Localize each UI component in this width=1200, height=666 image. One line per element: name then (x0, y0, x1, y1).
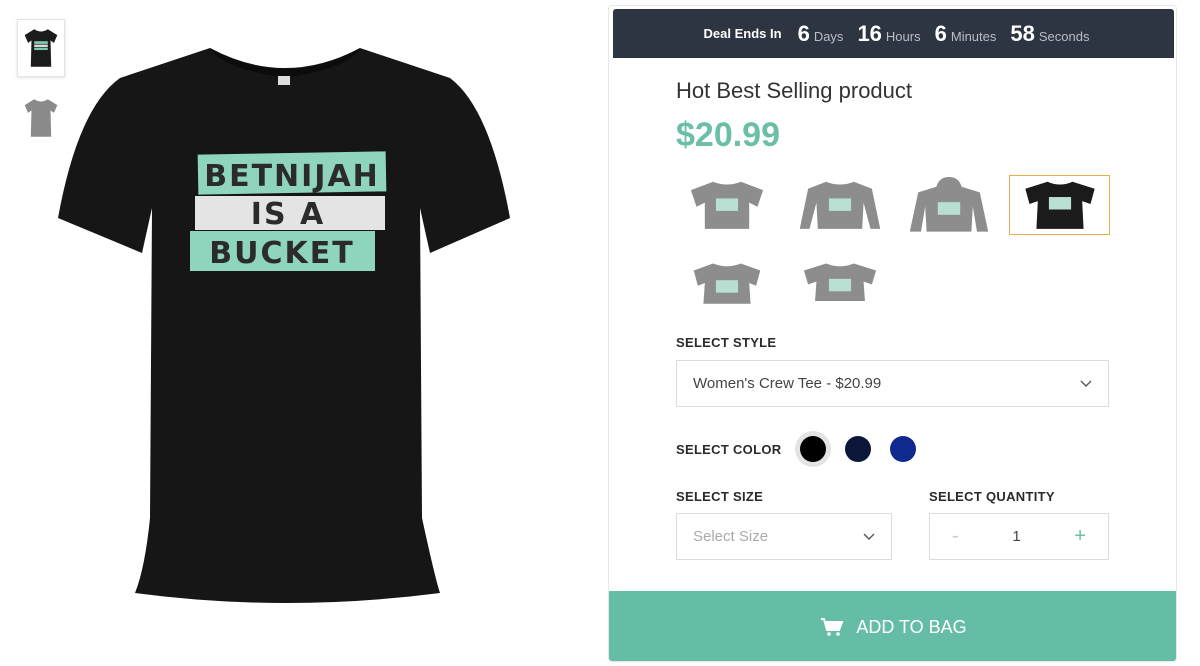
style-select-value: Women's Crew Tee - $20.99 (693, 375, 882, 392)
hoodie-icon (909, 177, 988, 232)
cart-icon (821, 618, 844, 636)
countdown-label: Deal Ends In (703, 26, 782, 41)
chevron-down-icon (863, 533, 875, 540)
select-style-label: SELECT STYLE (676, 335, 777, 350)
style-option-hoodie[interactable] (898, 175, 999, 235)
crop-tee-icon (693, 263, 760, 304)
long-sleeve-icon (799, 181, 880, 229)
quantity-decrement-button[interactable]: - (952, 525, 959, 548)
deal-countdown: Deal Ends In 6 Days 16 Hours 6 Minutes 5… (613, 9, 1174, 58)
color-swatch-royal-blue[interactable] (890, 436, 916, 462)
product-panel: Deal Ends In 6 Days 16 Hours 6 Minutes 5… (608, 5, 1177, 662)
countdown-seconds: 58 Seconds (1010, 20, 1090, 46)
select-quantity-label: SELECT QUANTITY (929, 489, 1055, 504)
color-swatch-navy[interactable] (845, 436, 871, 462)
quantity-increment-button[interactable]: + (1074, 525, 1086, 548)
select-size-label: SELECT SIZE (676, 489, 764, 504)
swatch-fill (800, 436, 826, 462)
tshirt-icon (1024, 181, 1095, 229)
style-option-long-sleeve[interactable] (789, 175, 890, 235)
design-line-1: BETNIJAH (204, 159, 380, 194)
style-select[interactable]: Women's Crew Tee - $20.99 (676, 360, 1109, 407)
size-select-placeholder: Select Size (693, 528, 769, 545)
chevron-down-icon (1080, 380, 1092, 387)
add-to-bag-label: ADD TO BAG (856, 616, 967, 637)
product-price: $20.99 (676, 116, 780, 154)
countdown-days: 6 Days (797, 20, 844, 46)
tshirt-icon (690, 181, 763, 229)
select-color-label: SELECT COLOR (676, 442, 782, 457)
product-title: Hot Best Selling product (676, 78, 913, 103)
main-product-image: BETNIJAH IS A BUCKET (50, 38, 520, 608)
countdown-minutes: 6 Minutes (934, 20, 997, 46)
style-option-crop-tee[interactable] (676, 254, 777, 314)
quantity-value[interactable]: 1 (1012, 528, 1020, 545)
style-option-womens-crew-tee[interactable] (1009, 175, 1110, 235)
add-to-bag-button[interactable]: ADD TO BAG (609, 591, 1176, 661)
crop-top-icon (803, 263, 876, 301)
style-option-crop-top[interactable] (789, 254, 890, 314)
design-line-3: BUCKET (209, 236, 354, 271)
design-line-2: IS A (251, 197, 325, 232)
size-select[interactable]: Select Size (676, 513, 892, 560)
countdown-hours: 16 Hours (857, 20, 921, 46)
color-swatch-black[interactable] (795, 431, 831, 467)
style-option-unisex-tee[interactable] (676, 175, 777, 235)
quantity-stepper: - 1 + (929, 513, 1109, 560)
